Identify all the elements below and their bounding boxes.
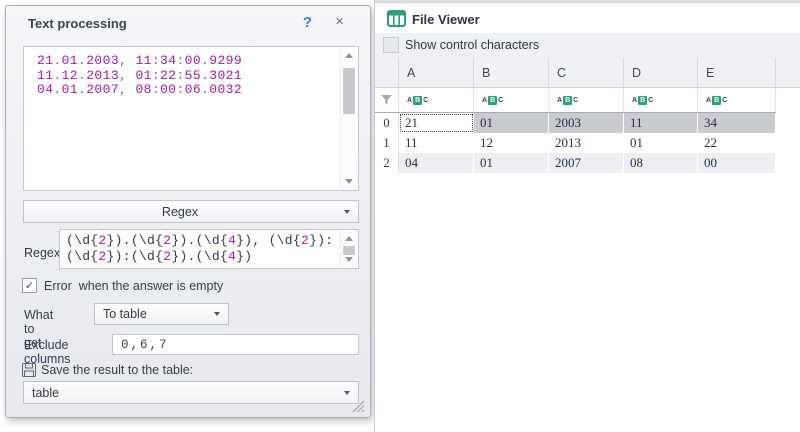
column-type-icon-B[interactable]: ABC (474, 88, 549, 112)
cell-C2[interactable]: 2007 (549, 153, 624, 173)
file-viewer-panel: File Viewer Show control characters ABCD… (374, 0, 800, 432)
table-row-0: 0210120031134 (375, 113, 776, 133)
checkbox-unchecked-icon[interactable] (383, 37, 399, 53)
error-checkbox-label: Error when the answer is empty (44, 279, 223, 293)
file-viewer-title: File Viewer (412, 12, 480, 27)
cell-A0[interactable]: 21 (399, 113, 474, 133)
table-row-2: 2040120070800 (375, 153, 776, 173)
row-header-0[interactable]: 0 (375, 113, 399, 133)
column-header-D[interactable]: D (624, 58, 698, 87)
what-to-get-value: To table (95, 307, 206, 321)
column-type-icon-D[interactable]: ABC (624, 88, 698, 112)
scroll-down-icon[interactable] (341, 252, 357, 267)
source-text-area[interactable]: 21.01.2003, 11:34:00.929911.12.2013, 01:… (23, 46, 359, 191)
save-label: Save the result to the table: (41, 363, 193, 377)
cell-C0[interactable]: 2003 (549, 113, 624, 133)
source-text: 21.01.2003, 11:34:00.929911.12.2013, 01:… (24, 47, 340, 190)
cell-E2[interactable]: 00 (698, 153, 776, 173)
regex-input[interactable]: (\d{2}).(\d{2}).(\d{4}), (\d{2}):(\d{2})… (59, 229, 359, 269)
exclude-columns-label: Exclude columns (24, 338, 71, 366)
dialog-titlebar[interactable]: Text processing ? × (6, 6, 370, 39)
show-control-characters-checkbox[interactable]: Show control characters (375, 33, 800, 58)
dialog-title: Text processing (28, 16, 127, 31)
column-header-E[interactable]: E (698, 58, 776, 87)
save-icon (22, 363, 36, 377)
scroll-down-icon[interactable] (341, 174, 357, 189)
chevron-down-icon (336, 210, 358, 214)
column-header-B[interactable]: B (474, 58, 549, 87)
error-checkbox[interactable]: ✓ Error when the answer is empty (22, 278, 223, 293)
resize-grip[interactable] (351, 400, 365, 413)
exclude-columns-input[interactable]: 0,6,7 (112, 334, 359, 355)
panel-top-strip (375, 0, 800, 3)
regex-scrollbar[interactable] (340, 231, 357, 267)
cell-A2[interactable]: 04 (399, 153, 474, 173)
save-table-value: table (24, 386, 336, 400)
text-processing-dialog: Text processing ? × 21.01.2003, 11:34:00… (5, 5, 371, 418)
cell-D1[interactable]: 01 (624, 133, 698, 153)
column-header-C[interactable]: C (549, 58, 624, 87)
cell-D2[interactable]: 08 (624, 153, 698, 173)
column-type-icon-C[interactable]: ABC (549, 88, 624, 112)
save-table-select[interactable]: table (23, 381, 359, 404)
scroll-up-icon[interactable] (341, 231, 357, 246)
mode-select[interactable]: Regex (23, 200, 359, 223)
filter-icon[interactable] (375, 88, 399, 112)
column-type-icon-E[interactable]: ABC (698, 88, 776, 112)
column-type-icon-A[interactable]: ABC (399, 88, 474, 112)
screen: Text processing ? × 21.01.2003, 11:34:00… (0, 0, 800, 432)
cell-E1[interactable]: 22 (698, 133, 776, 153)
scroll-up-icon[interactable] (341, 48, 357, 63)
column-header-A[interactable]: A (399, 58, 474, 87)
row-header-2[interactable]: 2 (375, 153, 399, 173)
table-row-1: 1111220130122 (375, 133, 776, 153)
table-grid-icon (387, 10, 406, 32)
chevron-down-icon (336, 391, 358, 395)
close-icon[interactable]: × (335, 13, 344, 30)
what-to-get-select[interactable]: To table (94, 303, 229, 325)
cell-A1[interactable]: 11 (399, 133, 474, 153)
help-icon[interactable]: ? (303, 14, 312, 31)
header-filler (776, 58, 800, 87)
mode-select-value: Regex (24, 205, 336, 219)
cell-B0[interactable]: 01 (474, 113, 549, 133)
row-header-1[interactable]: 1 (375, 133, 399, 153)
save-section: Save the result to the table: (22, 363, 193, 377)
cell-D0[interactable]: 11 (624, 113, 698, 133)
regex-label: Regex (24, 246, 60, 260)
exclude-columns-value: 0,6,7 (121, 338, 169, 352)
cell-E0[interactable]: 34 (698, 113, 776, 133)
cell-B2[interactable]: 01 (474, 153, 549, 173)
textarea-scrollbar[interactable] (340, 48, 357, 189)
cell-C1[interactable]: 2013 (549, 133, 624, 153)
regex-value: (\d{2}).(\d{2}).(\d{4}), (\d{2}):(\d{2})… (60, 230, 340, 268)
scrollbar-thumb[interactable] (343, 68, 355, 114)
chevron-down-icon (206, 312, 228, 316)
grid-corner[interactable] (375, 58, 399, 87)
data-grid: ABCDEABCABCABCABCABC02101200311341111220… (375, 58, 800, 173)
file-viewer-header: File Viewer (375, 4, 800, 33)
checkbox-checked-icon[interactable]: ✓ (22, 278, 37, 293)
show-control-characters-label: Show control characters (405, 38, 539, 52)
cell-B1[interactable]: 12 (474, 133, 549, 153)
